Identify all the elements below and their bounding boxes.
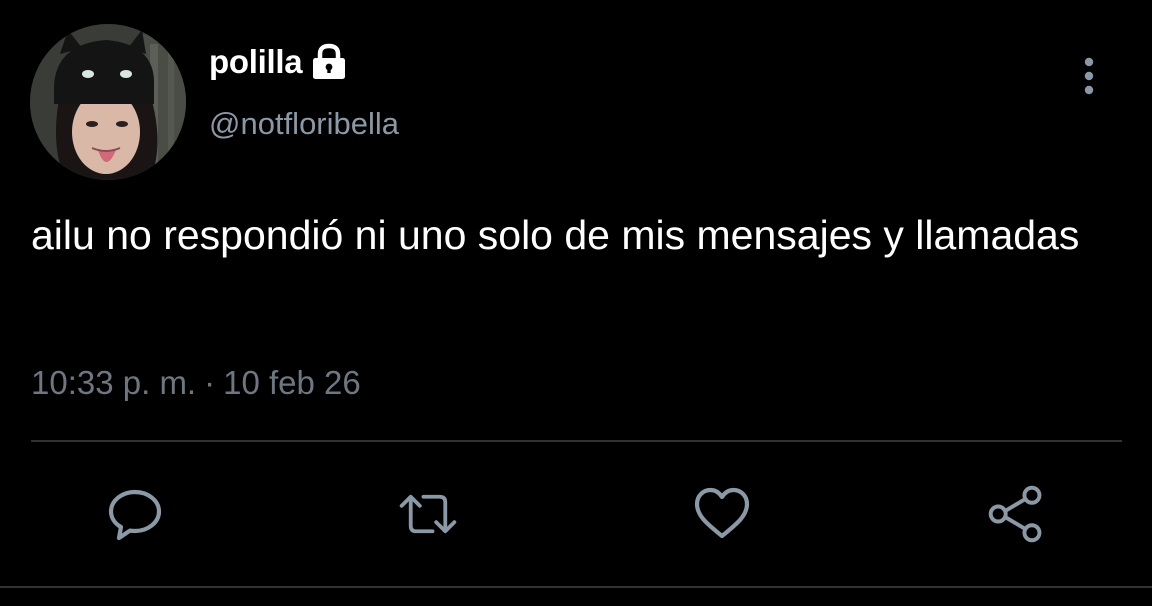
more-vertical-icon — [1084, 57, 1094, 95]
more-options-button[interactable] — [1070, 54, 1108, 98]
like-button[interactable] — [692, 484, 752, 544]
tweet-time[interactable]: 10:33 p. m. — [31, 364, 196, 401]
avatar-photo — [30, 24, 186, 180]
reply-button[interactable] — [105, 484, 165, 544]
like-icon — [694, 487, 750, 539]
timestamp-separator: · — [204, 364, 216, 401]
share-button[interactable] — [986, 484, 1046, 544]
display-name[interactable]: polilla — [209, 43, 303, 81]
bottom-divider — [0, 586, 1152, 588]
retweet-icon — [399, 494, 457, 534]
tweet-date[interactable]: 10 feb 26 — [223, 364, 361, 401]
lock-icon — [311, 43, 347, 81]
share-icon — [988, 485, 1042, 543]
user-handle[interactable]: @notfloribella — [209, 106, 399, 142]
tweet-text: ailu no respondió ni uno solo de mis men… — [31, 212, 1080, 258]
retweet-button[interactable] — [398, 484, 458, 544]
tweet-timestamp: 10:33 p. m. · 10 feb 26 — [31, 364, 361, 402]
divider — [31, 440, 1122, 442]
user-name-row: polilla — [209, 40, 347, 84]
reply-icon — [108, 489, 162, 541]
avatar[interactable] — [30, 24, 186, 180]
